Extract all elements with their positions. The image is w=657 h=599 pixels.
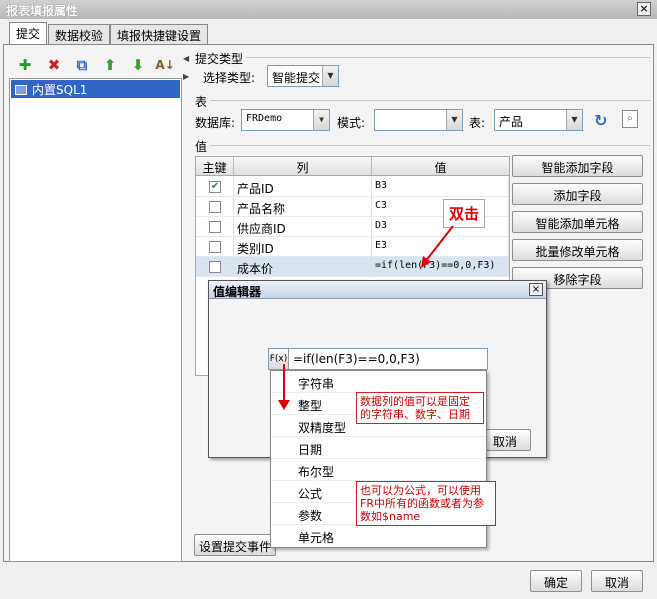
column-cell: 成本价 [234, 257, 372, 277]
column-cell: 产品名称 [234, 197, 372, 217]
database-label: 数据库: [195, 116, 236, 130]
refresh-icon[interactable]: ↻ [594, 111, 607, 130]
schema-label: 模式: [337, 116, 366, 130]
menu-item-cell[interactable]: 单元格 [271, 525, 486, 547]
smart-add-cell-button[interactable]: 智能添加单元格 [512, 211, 643, 233]
submit-type-label: 选择类型: [203, 71, 256, 85]
annotation-note-formula: 也可以为公式，可以使用FR中所有的函数或者为参数如$name [356, 481, 496, 526]
annotation-note-fixed-values: 数据列的值可以是固定的字符串、数字、日期 [356, 392, 484, 424]
primary-key-checkbox[interactable] [209, 241, 221, 253]
delete-icon[interactable]: ✖ [44, 55, 64, 75]
chevron-down-icon: ▼ [566, 110, 582, 130]
section-table: 表 [195, 93, 650, 109]
add-field-button[interactable]: 添加字段 [512, 183, 643, 205]
primary-key-checkbox[interactable] [209, 201, 221, 213]
add-icon[interactable]: ✚ [15, 55, 35, 75]
list-item[interactable]: 内置SQL1 [11, 80, 180, 98]
primary-key-checkbox[interactable] [209, 261, 221, 273]
primary-key-checkbox[interactable]: ✔ [209, 181, 221, 193]
table-label: 表: [469, 116, 486, 130]
tab-shortcut-settings[interactable]: 填报快捷键设置 [110, 24, 209, 44]
database-icon [15, 85, 27, 95]
chevron-down-icon: ▼ [446, 110, 462, 130]
primary-key-checkbox[interactable] [209, 221, 221, 233]
down-arrow-icon [278, 364, 290, 410]
batch-modify-cell-button[interactable]: 批量修改单元格 [512, 239, 643, 261]
collapse-left-icon[interactable]: ◀ [183, 54, 189, 63]
tab-data-validation[interactable]: 数据校验 [48, 24, 111, 44]
panel-splitter[interactable]: ◀ ▶ [183, 46, 189, 562]
submit-type-select[interactable]: 智能提交 ▼ [267, 65, 339, 87]
smart-add-field-button[interactable]: 智能添加字段 [512, 155, 643, 177]
window-title-bar: 报表填报属性 × [0, 0, 657, 19]
menu-item-string[interactable]: 字符串 [271, 371, 486, 393]
formula-text: =if(len(F3)==0,0,F3) [293, 352, 420, 366]
chevron-down-icon: ▼ [322, 66, 338, 86]
tab-submit[interactable]: 提交 [9, 22, 48, 44]
close-icon[interactable]: × [637, 2, 651, 16]
chevron-down-icon: ▼ [313, 110, 329, 130]
column-header-key: 主键 [196, 157, 234, 176]
submit-event-button[interactable]: 设置提交事件 [194, 534, 276, 556]
sort-icon[interactable]: A↓ [155, 55, 175, 75]
table-select[interactable]: 产品 ▼ [494, 109, 583, 131]
column-header-column: 列 [234, 157, 372, 176]
dialog-title: 值编辑器 [209, 281, 546, 299]
ok-button[interactable]: 确定 [530, 570, 582, 592]
move-up-icon[interactable]: ⬆ [100, 55, 120, 75]
formula-field[interactable]: F(x) =if(len(F3)==0,0,F3) [268, 348, 488, 370]
window-title: 报表填报属性 [6, 4, 79, 18]
callout-arrow-icon [421, 225, 454, 268]
move-down-icon[interactable]: ⬇ [128, 55, 148, 75]
left-toolbar: ✚ ✖ ⧉ ⬆ ⬇ A↓ [10, 50, 182, 78]
column-header-value: 值 [372, 157, 509, 176]
column-cell: 类别ID [234, 237, 372, 257]
copy-icon[interactable]: ⧉ [72, 55, 92, 75]
cancel-button[interactable]: 取消 [591, 570, 643, 592]
close-icon[interactable]: × [529, 283, 543, 296]
schema-select[interactable]: ▼ [374, 109, 463, 131]
section-values: 值 [195, 138, 650, 154]
column-cell: 产品ID [234, 177, 372, 197]
menu-item-boolean[interactable]: 布尔型 [271, 459, 486, 481]
preview-icon[interactable]: ⌕ [622, 110, 638, 128]
menu-item-date[interactable]: 日期 [271, 437, 486, 459]
section-submit-type: 提交类型 [195, 50, 650, 66]
column-cell: 供应商ID [234, 217, 372, 237]
table-row[interactable]: ✔ 产品ID B3 [196, 177, 509, 197]
sql-list: 内置SQL1 [9, 78, 182, 562]
value-cell[interactable]: B3 [372, 177, 509, 197]
expand-right-icon[interactable]: ▶ [183, 72, 189, 81]
value-cell[interactable]: C3 [372, 197, 509, 217]
database-select[interactable]: FRDemo ▼ [241, 109, 330, 131]
